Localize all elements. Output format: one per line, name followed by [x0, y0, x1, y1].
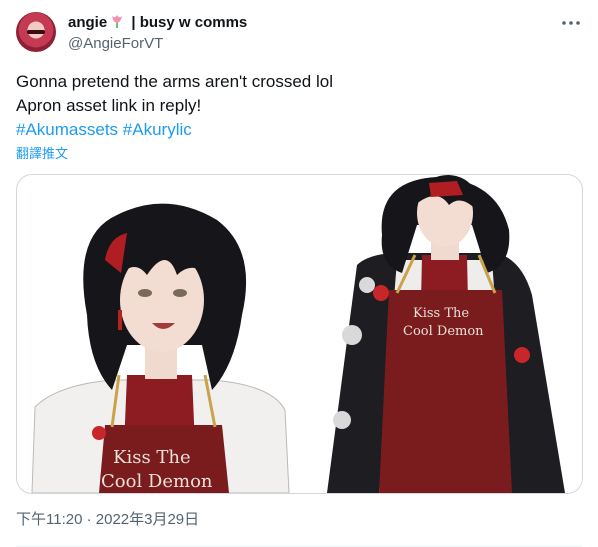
- display-name-text: angie: [68, 14, 108, 31]
- tweet-media[interactable]: Kiss The Cool Demon Kiss The Cool Demon: [16, 174, 583, 494]
- translate-tweet-link[interactable]: 翻譯推文: [16, 146, 68, 162]
- media-illustration: Kiss The Cool Demon Kiss The Cool Demon: [31, 175, 565, 493]
- tweet-text: Gonna pretend the arms aren't crossed lo…: [16, 70, 333, 142]
- hashtag-link[interactable]: #Akurylic: [123, 120, 192, 139]
- more-options-icon[interactable]: [560, 12, 582, 34]
- hashtag-line: #Akumassets #Akurylic: [16, 118, 333, 142]
- tweet-line: Gonna pretend the arms aren't crossed lo…: [16, 72, 333, 91]
- left-character: Kiss The Cool Demon: [31, 203, 290, 493]
- right-apron-text: Kiss The: [413, 306, 469, 321]
- tweet-timestamp[interactable]: 下午11:20 · 2022年3月29日: [16, 510, 199, 530]
- tulip-icon: [112, 15, 123, 28]
- avatar-image: [27, 30, 45, 34]
- right-apron-text: Cool Demon: [403, 324, 484, 339]
- hashtag-link[interactable]: #Akumassets: [16, 120, 118, 139]
- right-character: Kiss The Cool Demon: [327, 175, 565, 493]
- author-handle[interactable]: @AngieForVT: [68, 34, 163, 54]
- left-apron-text: Cool Demon: [101, 471, 213, 492]
- author-avatar[interactable]: [16, 12, 56, 52]
- author-display-name[interactable]: angie | busy w comms: [68, 13, 247, 33]
- tweet-line: Apron asset link in reply!: [16, 96, 202, 115]
- display-name-suffix: | busy w comms: [131, 14, 248, 31]
- left-apron-text: Kiss The: [113, 447, 191, 468]
